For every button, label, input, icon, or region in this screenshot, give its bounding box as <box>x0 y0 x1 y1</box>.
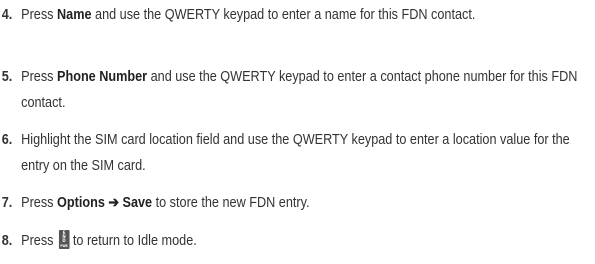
step-text: Press E N D PWR to return to Idle mode. <box>21 230 197 249</box>
step-number: 5. <box>1 69 13 85</box>
step-8: 8. Press E N D PWR to return to Idle mode. <box>0 228 524 254</box>
step-number: 6. <box>1 132 13 148</box>
arrow-icon: ➔ <box>104 195 123 211</box>
step-7: 7. Press Options ➔ Save to store the new… <box>0 190 524 216</box>
end-power-key-icon: E N D PWR <box>58 230 70 249</box>
keyword-options: Options <box>57 195 105 211</box>
step-4: 4. Press Name and use the QWERTY keypad … <box>0 2 524 28</box>
step-number: 8. <box>1 233 13 249</box>
step-5: 5. Press Phone Number and use the QWERTY… <box>0 64 578 116</box>
step-text: Press Name and use the QWERTY keypad to … <box>21 7 476 23</box>
step-number: 4. <box>1 7 13 23</box>
step-number: 7. <box>1 195 13 211</box>
step-text: Press Options ➔ Save to store the new FD… <box>21 195 310 211</box>
keyword-name: Name <box>57 7 92 23</box>
step-6: 6. Highlight the SIM card location field… <box>0 127 570 179</box>
keyword-phone-number: Phone Number <box>57 69 148 85</box>
step-text: Highlight the SIM card location field an… <box>21 132 570 174</box>
step-text: Press Phone Number and use the QWERTY ke… <box>21 69 578 111</box>
keyword-save: Save <box>122 195 153 211</box>
